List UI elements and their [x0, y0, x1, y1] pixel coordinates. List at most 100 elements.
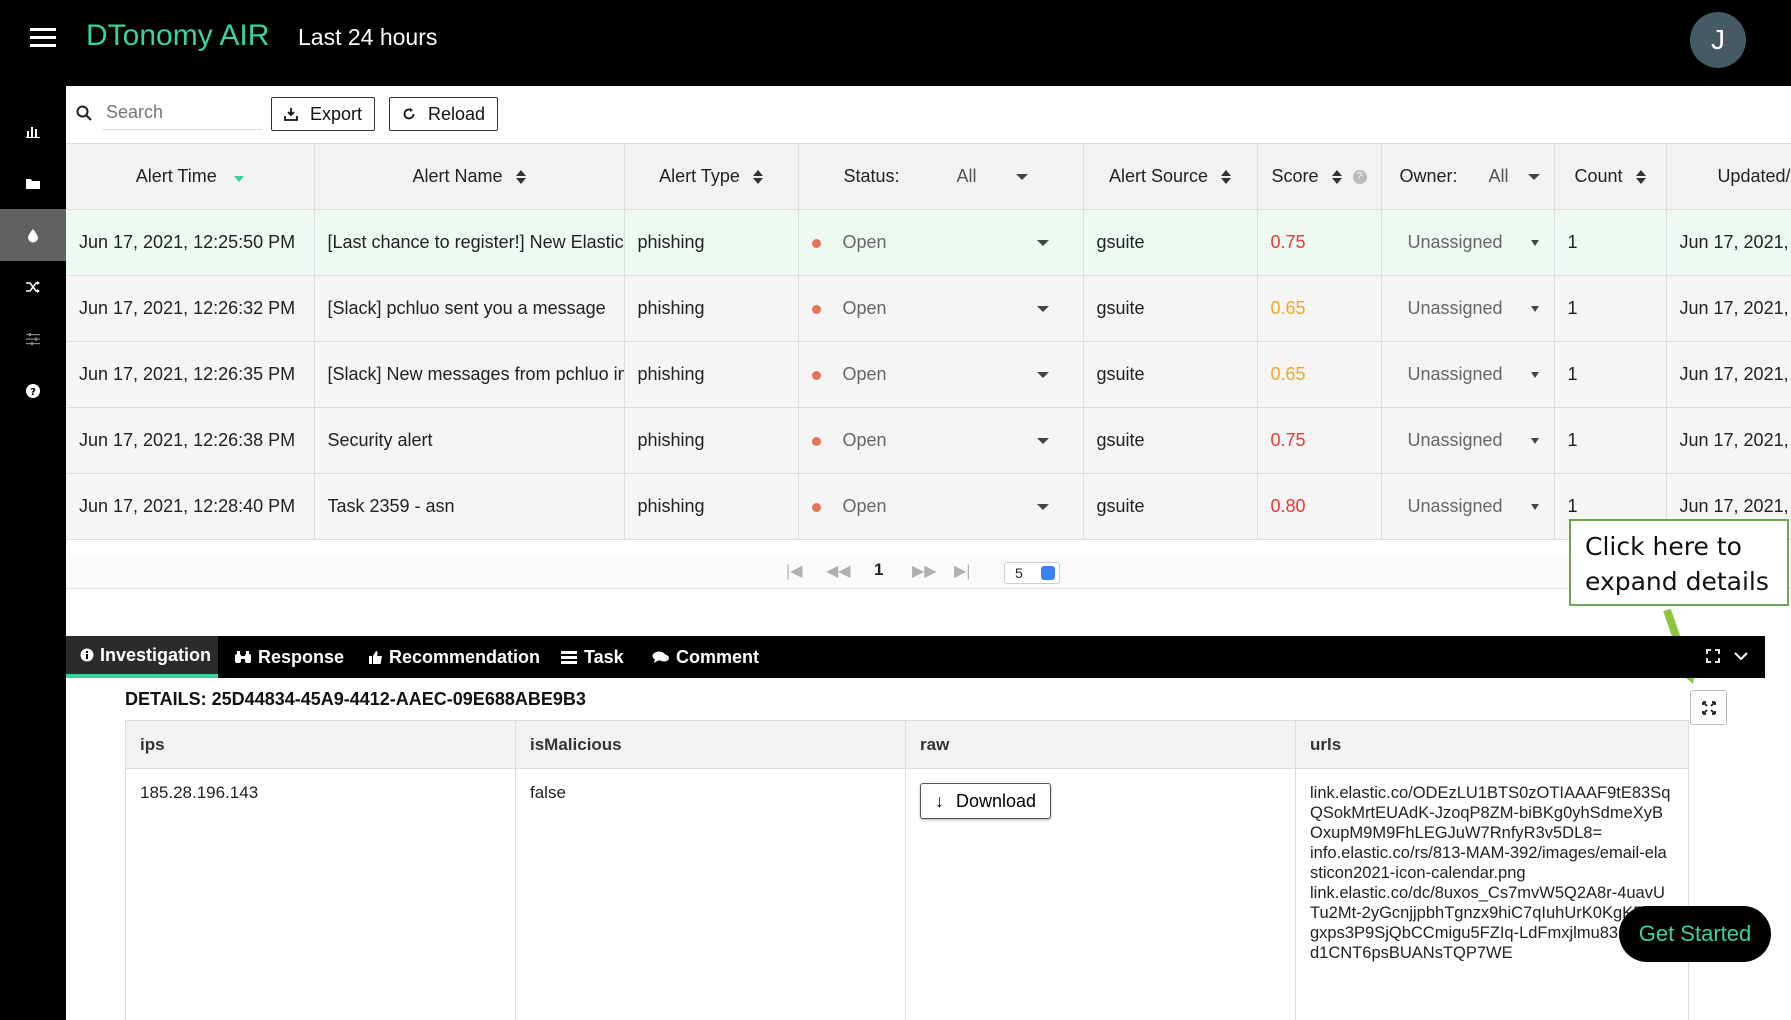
cell-alert-name: Task 2359 - asn [314, 473, 625, 540]
table-row[interactable]: Jun 17, 2021, 12:26:38 PM Security alert… [66, 407, 1791, 474]
cell-urls: link.elastic.co/ODEzLU1BTS0zOTIAAAF9tE83… [1295, 768, 1689, 1020]
col-alert-name[interactable]: Alert Name [314, 143, 625, 210]
reload-label: Reload [428, 103, 486, 124]
cell-ips: 185.28.196.143 [125, 768, 516, 1020]
col-label: Score [1271, 166, 1319, 186]
app-brand: DTonomy AIR [86, 19, 270, 52]
url-item[interactable]: link.elastic.co/ODEzLU1BTS0zOTIAAAF9tE83… [1310, 783, 1674, 843]
cell-alert-type: phishing [624, 275, 799, 342]
col-score[interactable]: Score ? [1257, 143, 1382, 210]
cell-alert-source: gsuite [1083, 473, 1258, 540]
cell-owner[interactable]: Unassigned [1381, 209, 1555, 276]
sidebar-item-alerts[interactable] [0, 209, 66, 261]
chevron-down-icon[interactable] [1036, 372, 1049, 379]
cell-alert-time: Jun 17, 2021, 12:25:50 PM [66, 209, 315, 276]
prev-page-icon[interactable]: ◀◀ [826, 561, 851, 581]
tab-response[interactable]: Response [234, 636, 344, 678]
sidebar: ? [0, 86, 66, 1020]
url-item[interactable]: link.elastic.co/dc/8uxos_Cs7mvW5Q2A8r-4u… [1310, 883, 1674, 963]
alerts-table: Alert Time Alert Name Alert Type Status:… [66, 143, 1791, 540]
next-page-icon[interactable]: ▶▶ [912, 561, 937, 581]
status-filter[interactable]: All [957, 166, 1028, 186]
tab-label: Response [258, 646, 345, 667]
cell-status[interactable]: Open [798, 275, 1084, 342]
sidebar-item-playbooks[interactable] [0, 261, 66, 313]
table-row[interactable]: Jun 17, 2021, 12:26:32 PM [Slack] pchluo… [66, 275, 1791, 342]
sidebar-item-help[interactable]: ? [0, 365, 66, 417]
tab-recommendation[interactable]: Recommendation [368, 636, 540, 678]
cell-score: 0.80 [1257, 473, 1382, 540]
last-page-icon[interactable]: ▶| [954, 561, 970, 581]
download-button[interactable]: ↓ Download [920, 783, 1052, 819]
cell-count: 1 [1554, 275, 1667, 342]
sort-icon[interactable] [515, 170, 526, 185]
app-window: DTonomy AIR Last 24 hours J ? Export [0, 0, 1791, 1020]
col-updated[interactable]: Updated/ [1666, 143, 1791, 210]
sort-icon[interactable] [1635, 170, 1646, 185]
first-page-icon[interactable]: |◀ [786, 561, 802, 581]
page-size-select[interactable]: 5 [1004, 562, 1060, 584]
table-row[interactable]: Jun 17, 2021, 12:25:50 PM [Last chance t… [66, 209, 1791, 276]
shuffle-icon [26, 281, 40, 293]
col-alert-source[interactable]: Alert Source [1083, 143, 1258, 210]
sliders-icon [26, 333, 40, 346]
sort-desc-icon[interactable] [233, 166, 244, 187]
current-page[interactable]: 1 [874, 560, 883, 580]
col-count[interactable]: Count [1554, 143, 1667, 210]
cell-status[interactable]: Open [798, 341, 1084, 408]
status-value: Open [842, 298, 887, 318]
cell-owner[interactable]: Unassigned [1381, 473, 1555, 540]
help-circle-icon[interactable]: ? [1352, 170, 1367, 185]
reload-button[interactable]: Reload [389, 97, 499, 131]
tab-label: Investigation [100, 644, 212, 665]
cell-count: 1 [1554, 209, 1667, 276]
menu-icon[interactable] [30, 28, 56, 48]
owner-filter[interactable]: All [1489, 166, 1540, 186]
tab-task[interactable]: Task [560, 636, 624, 678]
tab-investigation[interactable]: Investigation [66, 636, 218, 678]
status-value: Open [842, 496, 887, 516]
chevron-down-icon[interactable] [1036, 438, 1049, 445]
cell-status[interactable]: Open [798, 407, 1084, 474]
cell-status[interactable]: Open [798, 473, 1084, 540]
avatar[interactable]: J [1690, 12, 1746, 68]
scrollbar[interactable] [1765, 636, 1791, 1020]
cell-owner[interactable]: Unassigned [1381, 275, 1555, 342]
table-row[interactable]: Jun 17, 2021, 12:28:40 PM Task 2359 - as… [66, 473, 1791, 540]
sidebar-item-dashboard[interactable] [0, 105, 66, 157]
table-row[interactable]: Jun 17, 2021, 12:26:35 PM [Slack] New me… [66, 341, 1791, 408]
cell-owner[interactable]: Unassigned [1381, 341, 1555, 408]
pagination: |◀ ◀◀ 1 ▶▶ ▶| 5 [66, 553, 1791, 589]
sort-icon[interactable] [1331, 170, 1342, 185]
chevron-down-icon[interactable] [1733, 648, 1749, 664]
status-value: Open [842, 430, 887, 450]
chevron-down-icon[interactable] [1036, 504, 1049, 511]
cell-alert-name: [Last chance to register!] New ElasticO [314, 209, 625, 276]
col-alert-time[interactable]: Alert Time [66, 143, 315, 210]
search-input[interactable] [102, 96, 262, 130]
cell-alert-type: phishing [624, 341, 799, 408]
details-tab-bar: Investigation Response Recommendation Ta… [66, 636, 1765, 678]
tab-comment[interactable]: Comment [652, 636, 759, 678]
fullscreen-icon[interactable] [1705, 648, 1721, 664]
sidebar-item-cases[interactable] [0, 157, 66, 209]
sidebar-item-settings[interactable] [0, 313, 66, 365]
thumbs-up-icon [369, 651, 382, 664]
chevron-down-icon[interactable] [1036, 306, 1049, 313]
status-dot [811, 304, 821, 314]
sort-icon[interactable] [1221, 170, 1232, 185]
export-icon [284, 108, 298, 121]
col-alert-type[interactable]: Alert Type [624, 143, 799, 210]
sort-icon[interactable] [752, 170, 763, 185]
cell-status[interactable]: Open [798, 209, 1084, 276]
url-item[interactable]: info.elastic.co/rs/813-MAM-392/images/em… [1310, 843, 1674, 883]
get-started-button[interactable]: Get Started [1619, 906, 1771, 962]
time-range-label[interactable]: Last 24 hours [298, 24, 437, 51]
details-table: ips isMalicious raw urls 185.28.196.143 … [125, 720, 1689, 1020]
cell-owner[interactable]: Unassigned [1381, 407, 1555, 474]
expand-details-button[interactable] [1690, 690, 1727, 725]
export-button[interactable]: Export [271, 97, 376, 131]
tab-label: Recommendation [389, 646, 541, 667]
chevron-down-icon[interactable] [1036, 240, 1049, 247]
cell-updated: Jun 17, 2021, [1666, 209, 1791, 276]
